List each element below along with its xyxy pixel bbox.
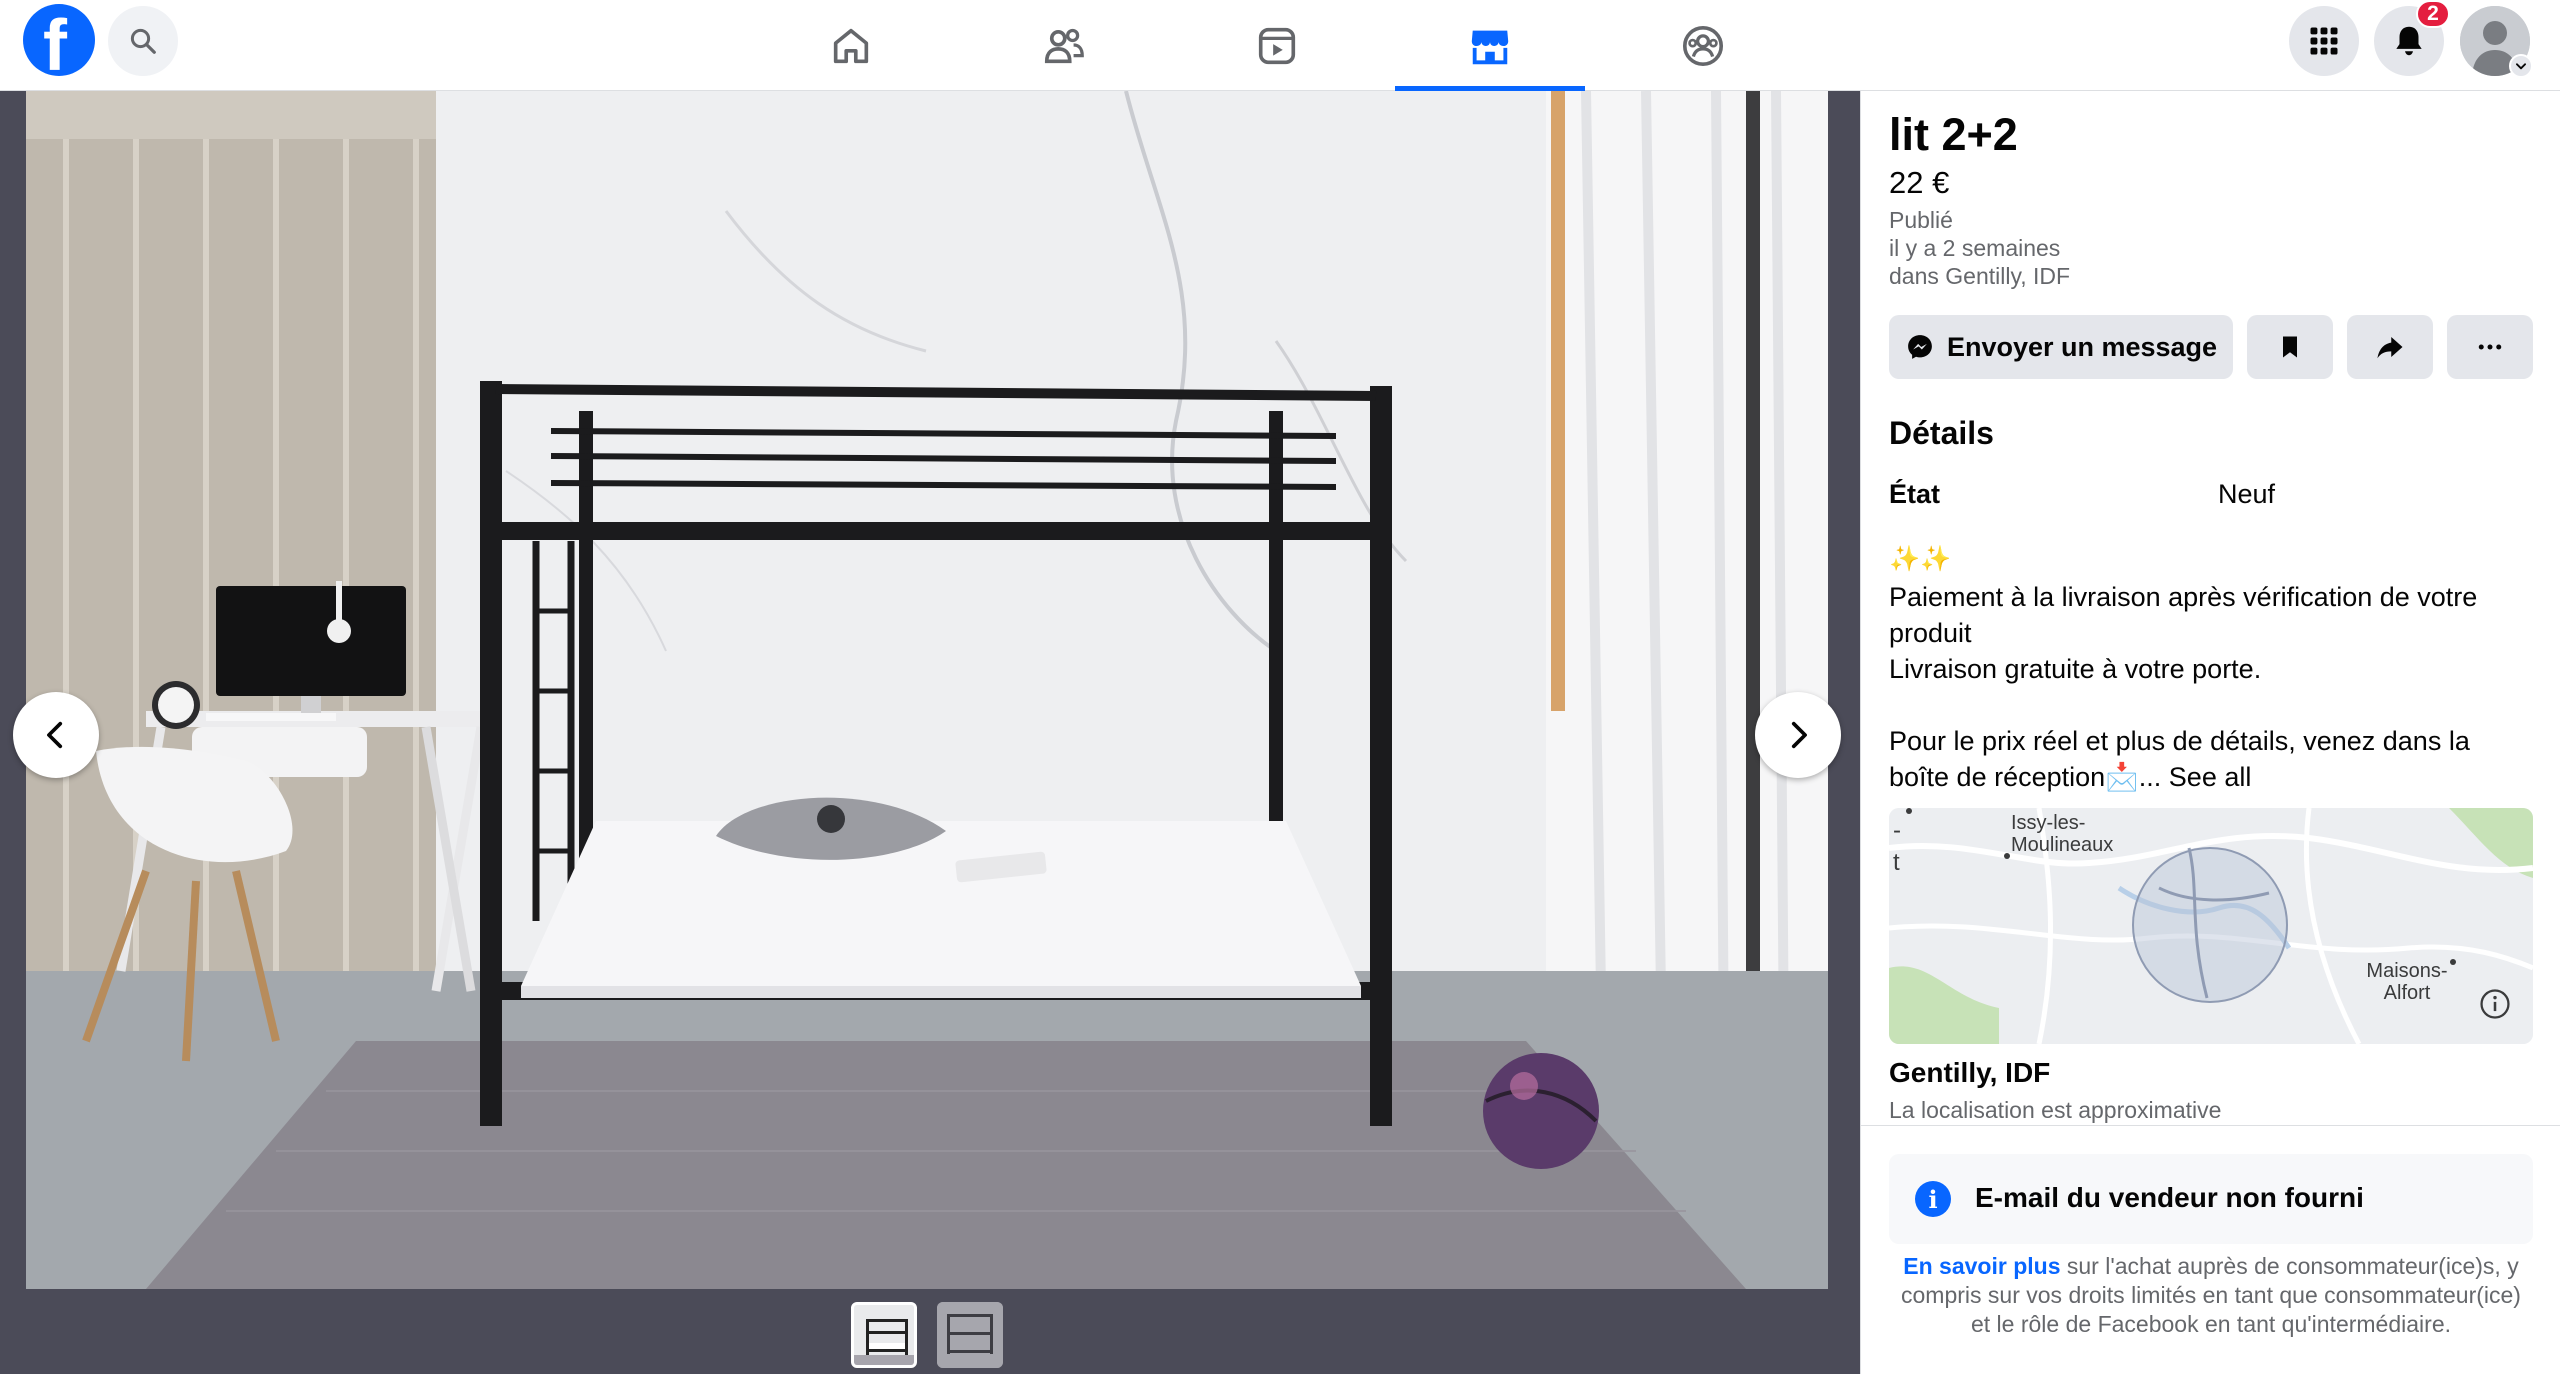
learn-more-link[interactable]: En savoir plus (1903, 1253, 2060, 1279)
listing-photo[interactable] (26, 91, 1828, 1289)
bell-icon (2396, 26, 2422, 56)
map-image: - t (1889, 808, 2533, 1044)
account-dropdown[interactable] (2509, 54, 2533, 78)
svg-text:-: - (1893, 817, 1901, 844)
more-options-button[interactable] (2447, 315, 2533, 379)
see-all-link[interactable]: See all (2169, 762, 2252, 792)
facebook-logo[interactable]: f (23, 4, 95, 82)
send-message-label: Envoyer un message (1946, 331, 2218, 362)
photo-viewer (0, 91, 1860, 1374)
friends-icon (1044, 28, 1084, 63)
map-label-maisons-alfort: Maisons-Alfort (2366, 960, 2448, 1004)
bookmark-icon (2283, 336, 2297, 358)
notification-badge: 2 (2416, 0, 2450, 28)
groups-icon (1682, 25, 1724, 66)
location-title: Gentilly, IDF (1889, 1057, 2051, 1088)
chevron-right-icon (1791, 721, 1807, 749)
share-button[interactable] (2347, 315, 2433, 379)
section-divider (1861, 1125, 2560, 1126)
menu-button[interactable] (2289, 6, 2359, 76)
seller-email-text: E-mail du vendeur non fourni (1975, 1182, 2364, 1213)
seller-email-notice: i E-mail du vendeur non fourni (1889, 1154, 2533, 1244)
listing-title: lit 2+2 (1889, 109, 2018, 160)
top-navigation-bar: f 2 (0, 0, 2560, 91)
thumbnail-image (937, 1302, 1003, 1368)
location-note: La localisation est approximative (1889, 1097, 2222, 1123)
sparkles-emoji: ✨✨ (1889, 545, 1952, 573)
condition-value: Neuf (2218, 479, 2276, 509)
home-icon (833, 28, 869, 63)
chevron-left-icon (47, 721, 63, 749)
marketplace-icon (1471, 30, 1509, 64)
description-line: Paiement à la livraison après vérificati… (1889, 582, 2478, 648)
listing-price: 22 € (1889, 165, 1950, 200)
svg-text:t: t (1893, 849, 1900, 876)
save-button[interactable] (2247, 315, 2333, 379)
legal-notice: En savoir plus sur l'achat auprès de con… (1889, 1252, 2533, 1339)
listing-details-panel: lit 2+2 22 € Publié il y a 2 semaines da… (1860, 91, 2560, 1374)
chevron-down-icon (2515, 63, 2527, 70)
bunk-bed-photo (26, 91, 1828, 1289)
tab-friends[interactable] (969, 0, 1159, 91)
previous-photo-button[interactable] (13, 692, 99, 778)
info-icon[interactable] (2478, 987, 2512, 1021)
photo-thumbnail[interactable] (937, 1302, 1003, 1368)
published-label: Publié (1889, 207, 1953, 233)
tab-groups[interactable] (1608, 0, 1798, 91)
more-icon (2478, 344, 2502, 350)
condition-label: État (1889, 479, 1941, 509)
share-icon (2377, 337, 2403, 359)
search-button[interactable] (108, 6, 178, 76)
info-icon: i (1915, 1181, 1951, 1217)
photo-thumbnail[interactable] (851, 1302, 917, 1368)
published-place[interactable]: dans Gentilly, IDF (1889, 263, 2070, 290)
tab-marketplace[interactable] (1395, 0, 1585, 91)
next-photo-button[interactable] (1755, 692, 1841, 778)
search-icon (130, 28, 156, 54)
tab-watch[interactable] (1182, 0, 1372, 91)
send-message-button[interactable]: Envoyer un message (1889, 315, 2233, 379)
published-time: il y a 2 semaines (1889, 235, 2061, 261)
description-line: Pour le prix réel et plus de détails, ve… (1889, 723, 2529, 795)
location-map[interactable]: - t Issy-les-Moulineaux Maisons-Alfort (1889, 808, 2533, 1044)
messenger-icon (1908, 335, 1932, 359)
watch-icon (1258, 27, 1296, 64)
grid-menu-icon (2310, 27, 2338, 55)
thumbnail-image (854, 1305, 914, 1365)
details-heading: Détails (1889, 415, 1994, 451)
map-label-issy: Issy-les-Moulineaux (2011, 812, 2114, 856)
description-line: Livraison gratuite à votre porte. (1889, 654, 2262, 684)
tab-home[interactable] (756, 0, 946, 91)
